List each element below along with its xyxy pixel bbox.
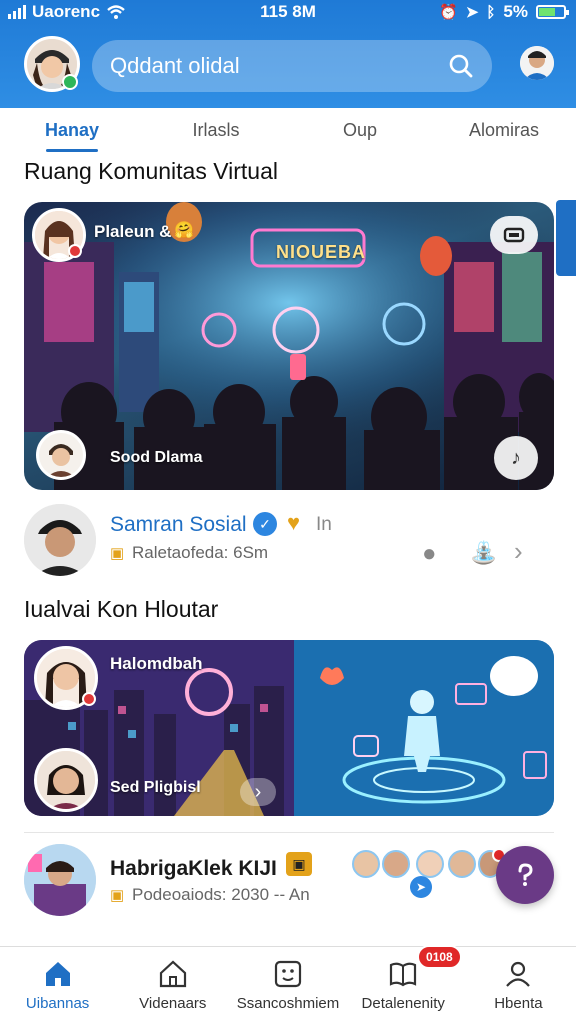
bluetooth-icon: ᛒ — [486, 3, 496, 21]
participant-avatar — [382, 850, 410, 878]
location-icon: ➤ — [465, 4, 479, 21]
creator-avatar[interactable] — [24, 504, 96, 576]
watering-can-icon[interactable]: ⛲ — [470, 540, 497, 566]
next-button[interactable]: › — [240, 778, 276, 806]
home-icon — [45, 962, 70, 986]
side-drawer-tab[interactable] — [556, 200, 576, 276]
tab-hanay[interactable]: Hanay — [0, 108, 144, 152]
room-subtitle: Podeoaiods: 2030 -- An — [132, 885, 310, 904]
person-icon — [506, 961, 531, 987]
section-title-second: Iualvai Kon Hloutar — [24, 596, 219, 622]
card2-top-label: Halomdbah — [110, 654, 203, 673]
lock-icon: ▣ — [110, 887, 125, 904]
tv-badge-icon: ▣ — [286, 852, 312, 876]
tab-oup[interactable]: Oup — [288, 108, 432, 152]
screen-icon — [503, 227, 525, 243]
question-icon — [518, 863, 533, 886]
alarm-icon: ⏰ — [439, 4, 458, 21]
card2-bottom-label: Sed Pligbisl — [110, 779, 201, 796]
host2-status-icon — [82, 692, 96, 706]
online-status-icon — [62, 74, 78, 90]
creator-name[interactable]: Samran Sosial — [110, 513, 247, 537]
status-bar: Uaorenc 115 8M ⏰ ➤ ᛒ 5% — [0, 0, 576, 26]
divider — [24, 832, 554, 833]
app-header: Uaorenc 115 8M ⏰ ➤ ᛒ 5% Qddant olidal — [0, 0, 576, 108]
nav-label: Detalenenity — [361, 995, 445, 1012]
tab-alomiras[interactable]: Alomiras — [432, 108, 576, 152]
nav-label: Uibannas — [25, 995, 90, 1012]
battery-icon — [536, 5, 569, 19]
person-icon[interactable]: ● — [422, 540, 437, 568]
nav-item-home[interactable]: Uibannas — [0, 947, 115, 1024]
verified-icon: ✓ — [253, 512, 277, 536]
help-fab-button[interactable] — [496, 846, 554, 904]
chevron-right-icon[interactable]: › — [514, 536, 523, 567]
card1-top-label: Plaleun & — [94, 222, 172, 241]
nav-item-profile[interactable]: Hbenta — [461, 947, 576, 1024]
neon-sign-text: NIOUEBA — [276, 242, 367, 262]
heart-badge-icon: ♥ — [287, 510, 301, 535]
battery-percent: 5% — [503, 2, 528, 21]
chevron-right-icon: › — [254, 780, 262, 803]
emoji-icon: 🤗 — [174, 222, 194, 239]
creator-name-suffix: In — [316, 514, 332, 535]
secondary-avatar[interactable] — [520, 46, 554, 80]
host-status-icon — [68, 244, 82, 258]
lock-icon: ▣ — [110, 545, 125, 562]
nav-item-social[interactable]: Ssancoshmiem — [230, 947, 345, 1024]
music-note-icon: ♪ — [511, 446, 521, 469]
guest-avatar[interactable] — [36, 430, 86, 480]
nav-label: Hbenta — [494, 995, 543, 1012]
community-card[interactable]: NIOUEBA Plaleun & 🤗 Sood Dlama ♪ — [24, 202, 554, 490]
room-name[interactable]: HabrigaKlek KIJI — [110, 857, 277, 881]
search-input[interactable]: Qddant olidal — [110, 53, 448, 79]
tab-bar: Hanay Irlasls Oup Alomiras — [0, 108, 576, 152]
room-avatar[interactable] — [24, 844, 96, 916]
music-button[interactable]: ♪ — [494, 436, 538, 480]
nav-label: Ssancoshmiem — [236, 995, 340, 1012]
nav-item-videos[interactable]: Videnaars — [115, 947, 230, 1024]
section-title-community: Ruang Komunitas Virtual — [24, 158, 278, 184]
live-toggle-button[interactable] — [490, 216, 538, 254]
bottom-nav: Uibannas Videnaars Ssancoshmiem Detalene… — [0, 945, 576, 1024]
participant-avatar — [352, 850, 380, 878]
nav-label: Videnaars — [139, 995, 207, 1012]
app-screen: Uaorenc 115 8M ⏰ ➤ ᛒ 5% Qddant olidal Ha… — [0, 0, 576, 1024]
search-icon[interactable] — [448, 53, 474, 79]
tab-irlasls[interactable]: Irlasls — [144, 108, 288, 152]
send-icon[interactable]: ➤ — [410, 876, 432, 898]
notification-badge: 0108 — [417, 945, 462, 969]
search-bar[interactable]: Qddant olidal — [92, 40, 492, 92]
participant-avatar — [416, 850, 444, 878]
city-hologram-image — [24, 640, 554, 816]
house-outline-icon — [159, 960, 186, 988]
guest-avatar-2[interactable] — [34, 748, 98, 812]
card1-bottom-label: Sood Dlama — [110, 449, 203, 466]
smiley-box-icon — [274, 960, 302, 988]
book-icon — [390, 962, 417, 987]
nav-item-details[interactable]: Detalenenity 0108 — [346, 945, 462, 1024]
creator-subtitle: Raletaofeda: 6Sm — [132, 543, 269, 562]
event-card[interactable]: Halomdbah Sed Pligbisl › — [24, 640, 554, 816]
participant-avatars[interactable] — [352, 850, 502, 880]
participant-avatar — [448, 850, 476, 878]
